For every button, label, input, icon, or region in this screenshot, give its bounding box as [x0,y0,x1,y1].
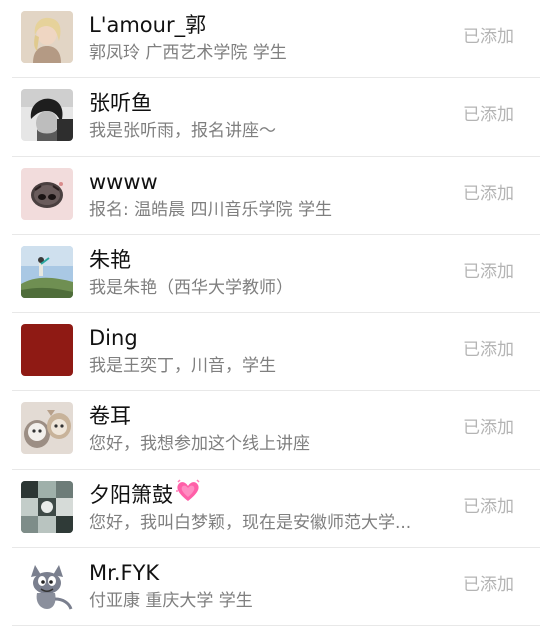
contact-name: L'amour_郭 [89,13,207,37]
request-message: 我是朱艳（西华大学教师） [89,277,293,298]
list-item[interactable]: Mr.FYK 付亚康 重庆大学 学生 已添加 [0,548,540,626]
list-item[interactable]: wwww 报名: 温皓晨 四川音乐学院 学生 已添加 [0,157,540,235]
contact-name: 朱艳 [89,247,131,272]
added-status: 已添加 [463,575,514,596]
request-message: 您好，我叫白梦颖，现在是安徽师范大学... [89,512,412,533]
request-message: 我是张听雨，报名讲座～ [89,121,276,142]
avatar[interactable] [21,559,73,612]
contact-name: 夕阳箫鼓 [89,479,201,509]
avatar[interactable] [21,11,73,63]
avatar[interactable] [21,89,73,142]
added-status: 已添加 [463,183,514,204]
list-item[interactable]: 张听鱼 我是张听雨，报名讲座～ 已添加 [0,78,540,157]
list-item[interactable]: L'amour_郭 郭凤玲 广西艺术学院 学生 已添加 [0,0,540,79]
list-item[interactable]: 夕阳箫鼓 您好，我叫白梦颖，现在是安徽师范大学... 已添加 [0,470,540,549]
contact-name-text: 夕阳箫鼓 [89,482,173,507]
added-status: 已添加 [463,340,514,361]
request-message: 付亚康 重庆大学 学生 [89,591,253,612]
request-message: 报名: 温皓晨 四川音乐学院 学生 [89,199,332,220]
sparkling-heart-icon [175,479,201,509]
request-message: 我是王奕丁，川音，学生 [89,356,276,377]
added-status: 已添加 [463,261,514,282]
contact-name: 张听鱼 [89,91,152,116]
list-item[interactable]: 朱艳 我是朱艳（西华大学教师） 已添加 [0,235,540,314]
list-item[interactable]: Ding 我是王奕丁，川音，学生 已添加 [0,313,540,392]
new-friends-list: L'amour_郭 郭凤玲 广西艺术学院 学生 已添加 张听鱼 我是张听雨，报名… [0,0,540,626]
added-status: 已添加 [463,418,514,439]
contact-name: wwww [89,169,158,194]
avatar[interactable] [21,245,73,298]
avatar[interactable] [21,324,73,377]
list-item[interactable]: 卷耳 您好，我想参加这个线上讲座 已添加 [0,391,540,470]
added-status: 已添加 [463,496,514,517]
contact-name: Ding [89,326,138,351]
contact-name: Mr.FYK [89,561,160,586]
contact-name: 卷耳 [89,404,131,429]
avatar[interactable] [21,402,73,455]
added-status: 已添加 [463,105,514,126]
request-message: 您好，我想参加这个线上讲座 [89,434,310,455]
request-message: 郭凤玲 广西艺术学院 学生 [89,43,287,63]
avatar[interactable] [21,167,73,220]
avatar[interactable] [21,480,73,533]
added-status: 已添加 [463,27,514,47]
